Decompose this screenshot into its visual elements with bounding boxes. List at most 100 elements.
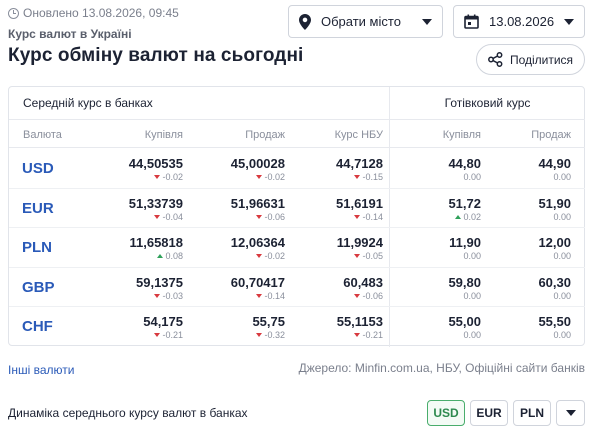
rate-cell-buy: 44,50535 -0.02 (129, 156, 183, 183)
rate-change: -0.04 (129, 211, 183, 223)
rate-change: -0.15 (336, 171, 383, 183)
currency-code-link[interactable]: EUR (22, 200, 54, 217)
rate-value: 44,90 (538, 156, 571, 171)
rate-change: 0.00 (448, 290, 481, 302)
arrow-down-icon (256, 333, 263, 338)
rate-value: 51,72 (448, 195, 481, 211)
rate-change-text: 0.08 (165, 251, 183, 262)
column-sell: Продаж (245, 129, 285, 141)
rate-change: -0.06 (343, 290, 383, 302)
chip-pln[interactable]: PLN (513, 400, 551, 426)
arrow-down-icon (154, 214, 161, 219)
chevron-down-icon (422, 18, 432, 25)
date-select[interactable]: 13.08.2026 (453, 5, 585, 38)
currency-code-link[interactable]: USD (22, 160, 54, 177)
currency-code-link[interactable]: CHF (22, 318, 53, 335)
city-select[interactable]: Обрати місто (288, 5, 443, 38)
rate-cell-sell: 51,96631 -0.06 (231, 196, 285, 223)
column-buy: Купівля (144, 129, 183, 141)
rate-value: 54,175 (143, 314, 183, 330)
rate-change-text: -0.04 (162, 211, 183, 222)
rate-change-text: 0.00 (553, 290, 571, 301)
rate-value: 45,00028 (230, 156, 285, 171)
rate-change: 0.00 (538, 329, 571, 341)
rate-value: 12,00 (538, 235, 571, 251)
rate-cell-cash-buy: 11,90 0.00 (449, 235, 481, 262)
table-row: CHF 54,175 -0.21 55,75 -0.32 55,1153 -0.21 55,0… (9, 307, 585, 347)
calendar-icon (464, 14, 479, 29)
rate-value: 51,6191 (336, 195, 383, 211)
arrow-down-icon (354, 333, 361, 338)
column-nbu: Курс НБУ (334, 129, 383, 141)
rate-value: 44,50535 (128, 156, 183, 171)
rate-change-text: -0.15 (362, 172, 383, 182)
arrow-down-icon (256, 214, 263, 219)
rate-change: 0.08 (129, 250, 183, 262)
rate-change: -0.03 (136, 290, 183, 302)
currency-code-link[interactable]: GBP (22, 279, 55, 296)
rate-value: 44,80 (448, 156, 481, 171)
rate-cell-cash-buy: 44,80 0.00 (448, 156, 481, 183)
rate-change-text: 0.00 (463, 251, 481, 262)
share-button[interactable]: Поділитися (476, 44, 585, 75)
rate-cell-cash-sell: 60,30 0.00 (538, 275, 571, 302)
arrow-down-icon (354, 293, 361, 298)
rate-cell-buy: 51,33739 -0.04 (129, 196, 183, 223)
rate-value: 11,9924 (336, 235, 383, 251)
rate-change: -0.14 (231, 290, 285, 302)
updated-text: Оновлено 13.08.2026, 09:45 (23, 6, 179, 20)
rate-cell-nbu: 44,7128 -0.15 (336, 156, 383, 183)
chip-eur[interactable]: EUR (470, 400, 508, 426)
other-currencies-link[interactable]: Інші валюти (8, 363, 74, 377)
arrow-down-icon (256, 175, 263, 179)
rate-value: 11,65818 (129, 235, 183, 251)
rate-change-text: -0.02 (264, 172, 285, 182)
rate-value: 55,75 (252, 314, 285, 330)
rate-change-text: -0.05 (362, 251, 383, 262)
rate-value: 60,30 (538, 274, 571, 290)
rate-change-text: 0.02 (463, 211, 481, 222)
chip-usd[interactable]: USD (427, 400, 465, 426)
rate-change: -0.02 (231, 171, 285, 183)
rate-value: 59,1375 (136, 274, 183, 290)
rate-value: 44,7128 (336, 156, 383, 171)
rate-cell-cash-sell: 12,00 0.00 (538, 235, 571, 262)
rate-cell-sell: 55,75 -0.32 (252, 314, 285, 341)
city-select-value: Обрати місто (321, 14, 401, 29)
rate-change: -0.32 (252, 329, 285, 341)
arrow-down-icon (256, 254, 263, 259)
rate-cell-cash-buy: 55,00 0.00 (448, 314, 481, 341)
rate-cell-nbu: 51,6191 -0.14 (336, 196, 383, 223)
rate-change-text: 0.00 (553, 172, 571, 182)
rate-value: 51,90 (538, 195, 571, 211)
table-row: EUR 51,33739 -0.04 51,96631 -0.06 51,6191 -0.1… (9, 189, 585, 229)
rate-value: 55,1153 (336, 314, 383, 330)
page-title: Курс обміну валют на сьогодні (8, 45, 304, 66)
rate-cell-sell: 12,06364 -0.02 (231, 235, 285, 262)
column-cash-buy: Купівля (442, 129, 481, 141)
rate-change: 0.00 (448, 329, 481, 341)
rate-change-text: 0.00 (463, 290, 481, 301)
arrow-down-icon (256, 293, 263, 298)
date-select-value: 13.08.2026 (489, 14, 555, 29)
rate-value: 51,33739 (128, 195, 183, 211)
rate-change: 0.00 (538, 211, 571, 223)
rate-change: -0.21 (143, 329, 183, 341)
rate-change: 0.00 (449, 250, 481, 262)
arrow-down-icon (154, 333, 161, 338)
share-label: Поділитися (509, 52, 574, 67)
rate-value: 55,00 (448, 314, 481, 330)
rate-change-text: -0.14 (264, 290, 285, 301)
rate-value: 11,90 (449, 235, 481, 251)
rate-change-text: 0.00 (553, 330, 571, 341)
column-cash-sell: Продаж (531, 129, 571, 141)
clock-icon (8, 7, 19, 19)
column-currency: Валюта (23, 129, 62, 141)
rate-value: 55,50 (538, 314, 571, 330)
breadcrumb[interactable]: Курс валют в Україні (8, 27, 132, 41)
more-currencies-dropdown[interactable] (556, 400, 585, 426)
arrow-down-icon (154, 293, 161, 298)
dynamics-title: Динаміка середнього курсу валют в банках (8, 406, 248, 420)
arrow-up-icon (455, 214, 462, 219)
currency-code-link[interactable]: PLN (22, 239, 52, 256)
